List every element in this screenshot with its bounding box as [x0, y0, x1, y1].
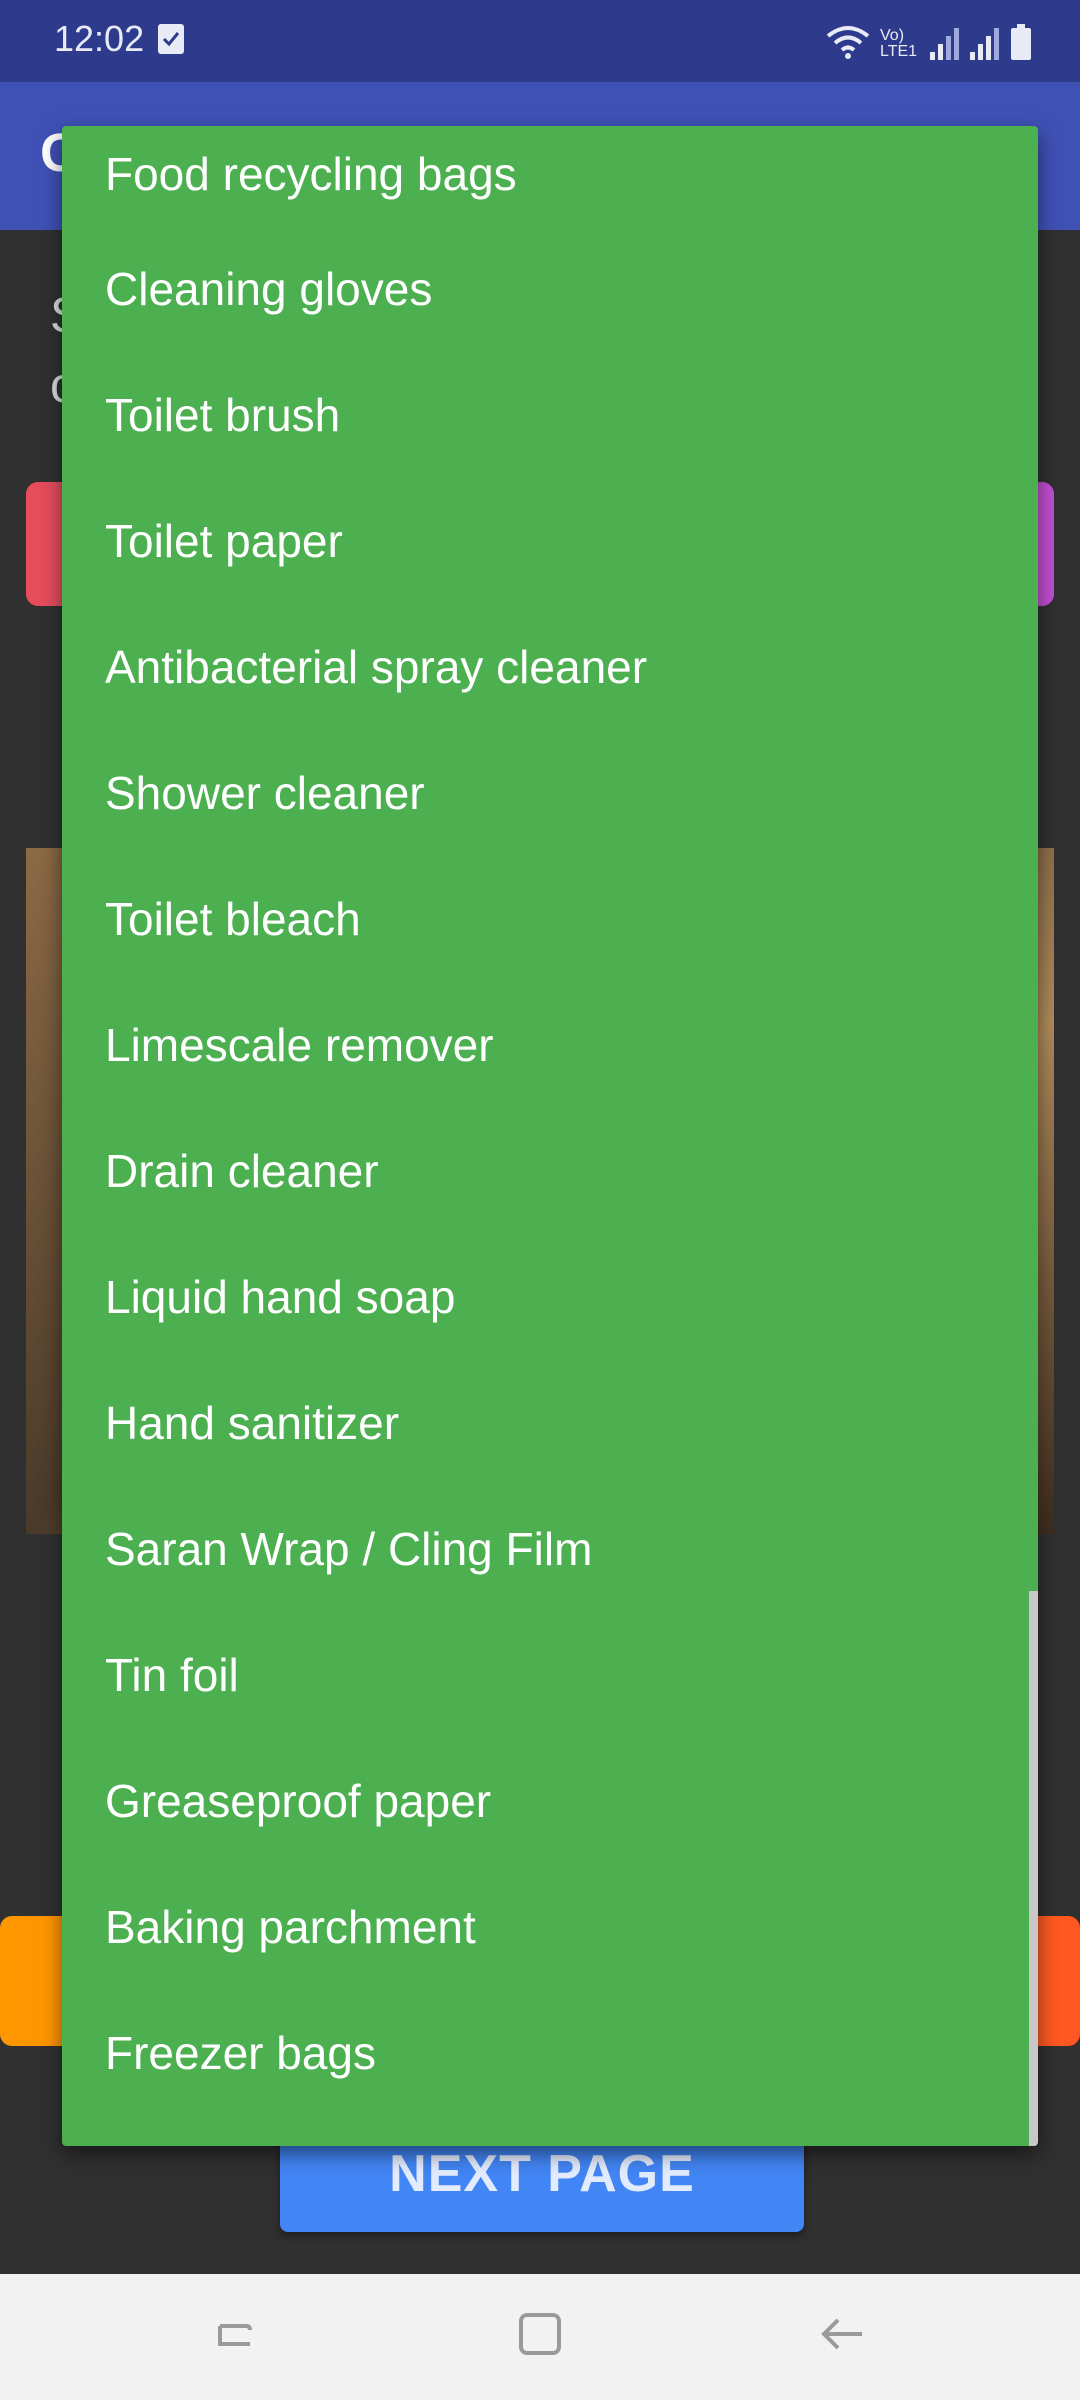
dropdown-item[interactable]: Hand sanitizer — [62, 1360, 1038, 1486]
navigation-bar — [0, 2274, 1080, 2400]
dropdown-scrollbar[interactable] — [1029, 1591, 1038, 2146]
signal-icon-2 — [970, 28, 999, 60]
dropdown-item[interactable]: Liquid hand soap — [62, 1234, 1038, 1360]
dropdown-item[interactable]: Tin foil — [62, 1612, 1038, 1738]
status-bar: 12:02 Vo) LTE1 — [0, 0, 1080, 82]
wifi-icon — [826, 26, 870, 59]
dropdown-item[interactable]: Toilet brush — [62, 352, 1038, 478]
dropdown-item[interactable]: Food recycling bags — [62, 126, 1038, 226]
checkbox-notification-icon — [158, 24, 184, 54]
status-icons: Vo) LTE1 — [826, 20, 1032, 60]
home-icon — [519, 2313, 561, 2355]
dropdown-item[interactable]: Freezer bags — [62, 1990, 1038, 2116]
back-arrow-icon — [821, 2318, 862, 2350]
recent-apps-button[interactable] — [206, 2304, 266, 2364]
dropdown-item[interactable]: Toilet bleach — [62, 856, 1038, 982]
dropdown-item[interactable]: Saran Wrap / Cling Film — [62, 1486, 1038, 1612]
signal-icon-1 — [930, 28, 959, 60]
screen: 12:02 Vo) LTE1 C NEXT PAGE Food recyclin… — [0, 0, 1080, 2400]
home-button[interactable] — [510, 2304, 570, 2364]
dropdown-menu: Food recycling bags Cleaning gloves Toilet… — [62, 126, 1038, 2146]
status-time: 12:02 — [54, 18, 145, 59]
dropdown-item[interactable]: Greaseproof paper — [62, 1738, 1038, 1864]
dropdown-list: Food recycling bags Cleaning gloves Toilet… — [62, 126, 1038, 2116]
dropdown-item[interactable]: Baking parchment — [62, 1864, 1038, 1990]
recent-apps-icon — [218, 2324, 252, 2346]
battery-icon — [1011, 24, 1031, 60]
dropdown-item[interactable]: Limescale remover — [62, 982, 1038, 1108]
dropdown-item[interactable]: Shower cleaner — [62, 730, 1038, 856]
dropdown-item[interactable]: Toilet paper — [62, 478, 1038, 604]
dropdown-item[interactable]: Antibacterial spray cleaner — [62, 604, 1038, 730]
back-button[interactable] — [812, 2304, 872, 2364]
dropdown-item[interactable]: Cleaning gloves — [62, 226, 1038, 352]
dropdown-item[interactable]: Drain cleaner — [62, 1108, 1038, 1234]
lte-label: Vo) LTE1 — [880, 27, 918, 60]
